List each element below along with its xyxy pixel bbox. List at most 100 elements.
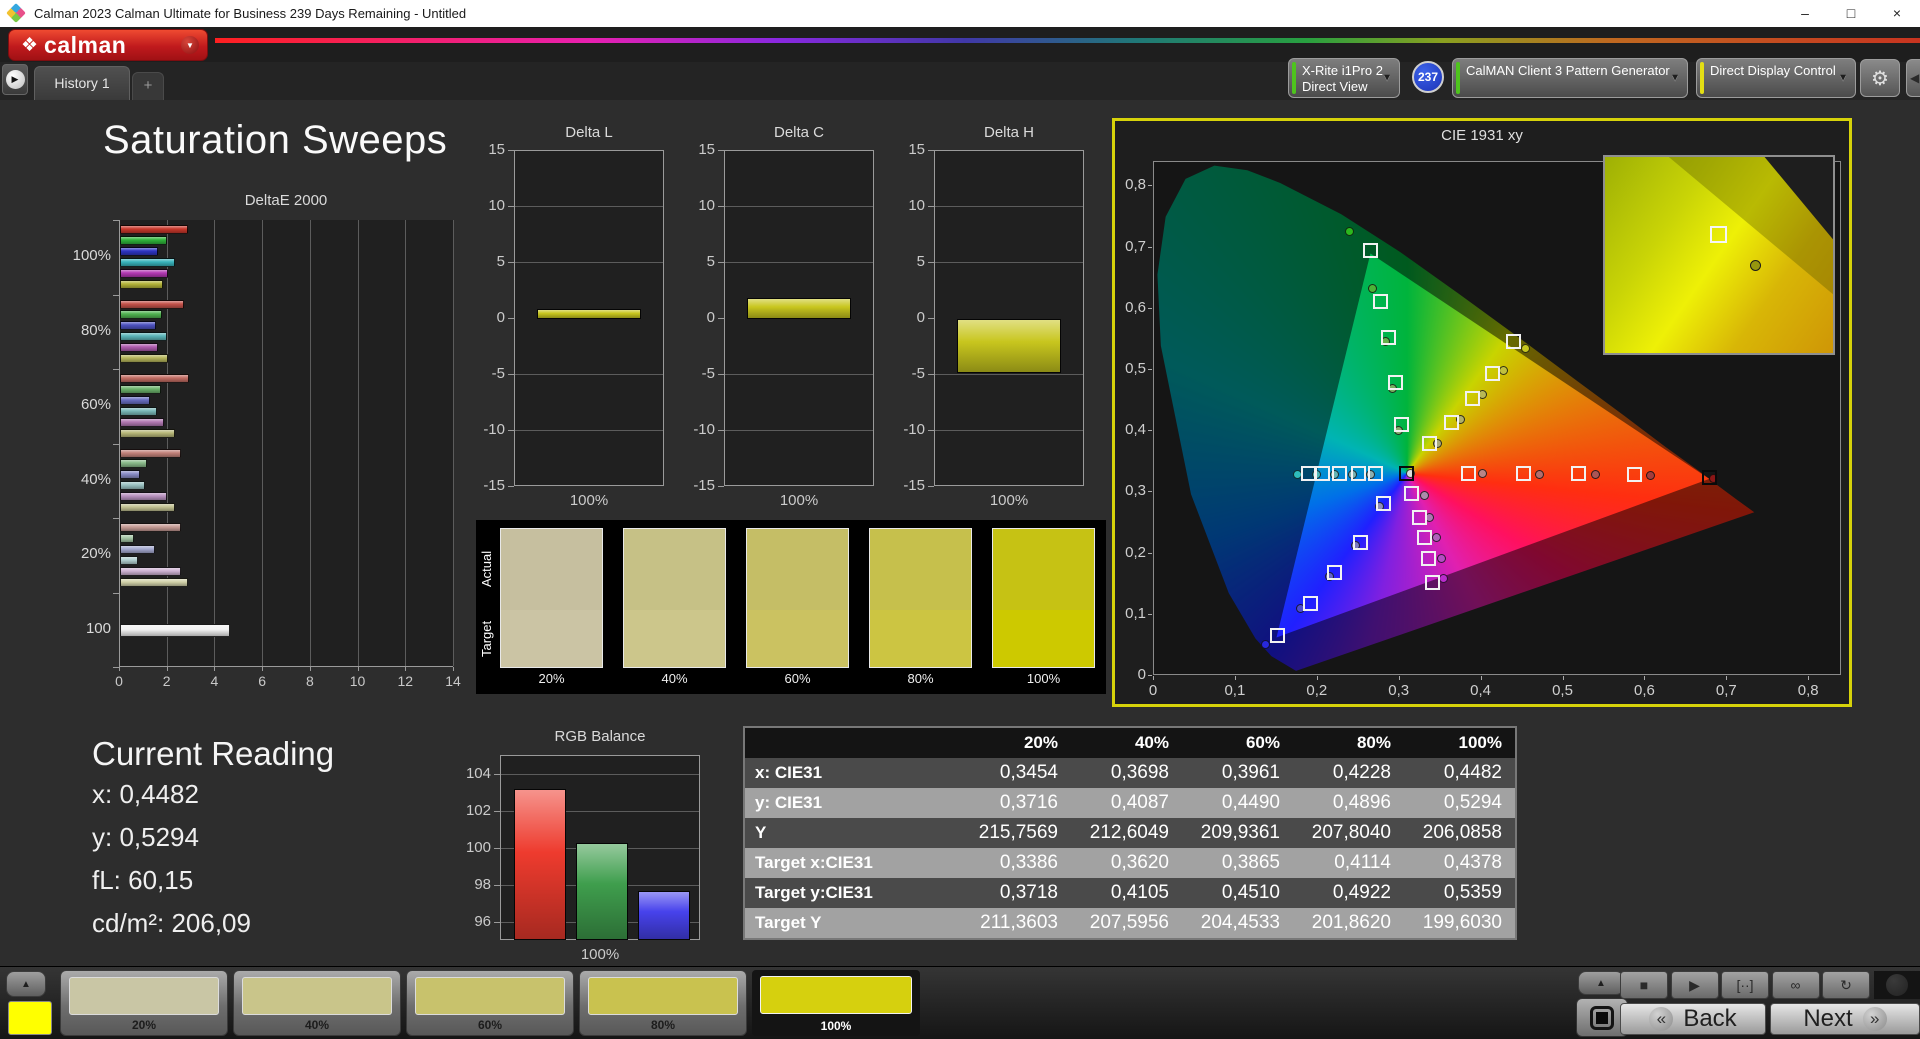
tick-mark — [718, 486, 724, 487]
pattern-generator-dropdown[interactable]: CalMAN Client 3 Pattern Generator ▼ — [1452, 58, 1688, 98]
y-tick-label: -15 — [693, 477, 715, 494]
tick-mark — [119, 667, 120, 671]
next-chevrons-icon: » — [1862, 1007, 1887, 1031]
x-tick-label: 8 — [305, 673, 314, 689]
table-cell: 212,6049 — [1089, 822, 1169, 843]
maximize-button[interactable]: □ — [1828, 0, 1874, 27]
tick-mark — [1153, 676, 1154, 680]
tick-mark — [1148, 369, 1152, 371]
gridline — [935, 206, 1083, 207]
pattern-level-button-60[interactable]: 60% — [406, 970, 574, 1036]
play-button[interactable]: ▶ — [1670, 971, 1719, 999]
tick-mark — [1398, 676, 1400, 680]
tick-mark — [357, 667, 359, 671]
measured-circle-marker — [1477, 469, 1487, 479]
pattern-level-button-20[interactable]: 20% — [60, 970, 228, 1036]
y-tick-label: -15 — [903, 477, 925, 494]
target-square-marker — [1627, 466, 1643, 482]
table-cell: 0,3386 — [999, 852, 1058, 873]
target-square-marker — [1464, 390, 1480, 406]
y-tick-label: 0,3 — [1125, 482, 1146, 500]
add-tab-button[interactable]: + — [132, 72, 164, 100]
deltae-bar — [120, 354, 168, 363]
level-swatch — [415, 977, 565, 1015]
tick-mark — [214, 667, 216, 671]
swatch-level-label: 20% — [538, 671, 565, 686]
meter-count-badge[interactable]: 237 — [1412, 61, 1444, 93]
deltae-bar — [120, 503, 175, 512]
tick-mark — [1148, 307, 1152, 309]
target-square-marker — [1404, 486, 1420, 502]
tick-mark — [928, 430, 934, 431]
back-button[interactable]: « Back — [1620, 1003, 1766, 1035]
settings-button[interactable]: ⚙ — [1860, 59, 1900, 97]
y-tick-label: 104 — [465, 764, 491, 782]
collapse-panel-button[interactable]: ◀ — [1906, 59, 1920, 97]
meter-status-strip — [1292, 62, 1296, 94]
table-cell: 201,8620 — [1311, 912, 1391, 933]
meter-dropdown[interactable]: X-Rite i1Pro 2 Direct View ▼ — [1288, 58, 1400, 98]
target-square-marker — [1411, 509, 1427, 525]
continuous-measure-button[interactable]: ∞ — [1771, 971, 1820, 999]
swatch-column — [623, 528, 726, 668]
group-label: 60% — [80, 396, 111, 414]
table-row: Target Y 211,3603 207,5956 204,4533 201,8620… — [745, 908, 1515, 938]
deltae-bar — [120, 523, 181, 532]
tick-mark — [113, 518, 119, 519]
target-swatch — [624, 610, 725, 667]
table-cell: 207,5956 — [1089, 912, 1169, 933]
gear-icon: ⚙ — [1871, 67, 1889, 90]
target-swatch — [993, 610, 1094, 667]
calman-menu-button[interactable]: ❖ calman ▼ — [8, 29, 208, 61]
tick-mark — [1148, 185, 1152, 187]
y-tick-label: -10 — [483, 421, 505, 438]
pattern-level-button-80[interactable]: 80% — [579, 970, 747, 1036]
next-label: Next — [1803, 1005, 1853, 1032]
row-label: y: CIE31 — [755, 793, 823, 812]
x-tick-label: 10 — [349, 673, 366, 689]
display-control-dropdown[interactable]: Direct Display Control ▼ — [1696, 58, 1856, 98]
tick-mark — [1148, 552, 1152, 554]
y-tick-label: 10 — [488, 197, 505, 214]
table-cell: 0,4482 — [1443, 762, 1502, 783]
table-row: Y 215,7569 212,6049 209,9361 207,8040 206,085… — [745, 818, 1515, 848]
deltae-bar — [120, 448, 181, 458]
back-label: Back — [1683, 1005, 1737, 1032]
gridline — [935, 374, 1083, 375]
reading-line: x: 0,4482 — [92, 779, 199, 809]
tick-mark — [1234, 676, 1236, 680]
tick-mark — [453, 667, 454, 671]
close-button[interactable]: × — [1874, 0, 1920, 27]
expand-controls-button[interactable]: ▲ — [1578, 971, 1624, 995]
table-cell: 0,4490 — [1221, 792, 1280, 813]
pattern-level-button-40[interactable]: 40% — [233, 970, 401, 1036]
single-measure-button[interactable]: [··] — [1721, 971, 1769, 999]
chart-title: CIE 1931 xy — [1441, 127, 1523, 144]
target-square-marker — [1421, 436, 1437, 452]
y-tick-label: -10 — [693, 421, 715, 438]
pattern-level-button-100[interactable]: 100% — [752, 970, 920, 1036]
expand-patterns-button[interactable]: ▲ — [6, 971, 46, 997]
stop-button[interactable]: ■ — [1620, 971, 1668, 999]
y-tick-label: 0,1 — [1125, 604, 1146, 622]
y-tick-label: 0,6 — [1125, 298, 1146, 316]
deltae-bar — [120, 343, 159, 353]
next-button[interactable]: Next » — [1770, 1003, 1920, 1035]
target-row-label: Target — [479, 620, 494, 658]
row-label: Target x:CIE31 — [755, 853, 873, 872]
table-cell: 0,3620 — [1110, 852, 1169, 873]
y-tick-label: -5 — [911, 365, 925, 382]
tab-history-1[interactable]: History 1 — [34, 66, 130, 100]
y-tick-label: 0,8 — [1125, 176, 1146, 194]
dC-plot — [724, 150, 874, 486]
table-cell: 0,4105 — [1110, 882, 1169, 903]
refresh-button[interactable]: ↻ — [1822, 971, 1870, 999]
minimize-button[interactable]: – — [1782, 0, 1828, 27]
display-status-strip — [1700, 62, 1704, 94]
tick-mark — [508, 374, 514, 375]
tab-scroll-button[interactable]: ▶ — [2, 64, 28, 95]
target-square-marker — [1368, 466, 1384, 482]
table-cell: 0,3865 — [1221, 852, 1280, 873]
tick-mark — [113, 592, 119, 594]
y-tick-label: 0,4 — [1125, 421, 1146, 439]
